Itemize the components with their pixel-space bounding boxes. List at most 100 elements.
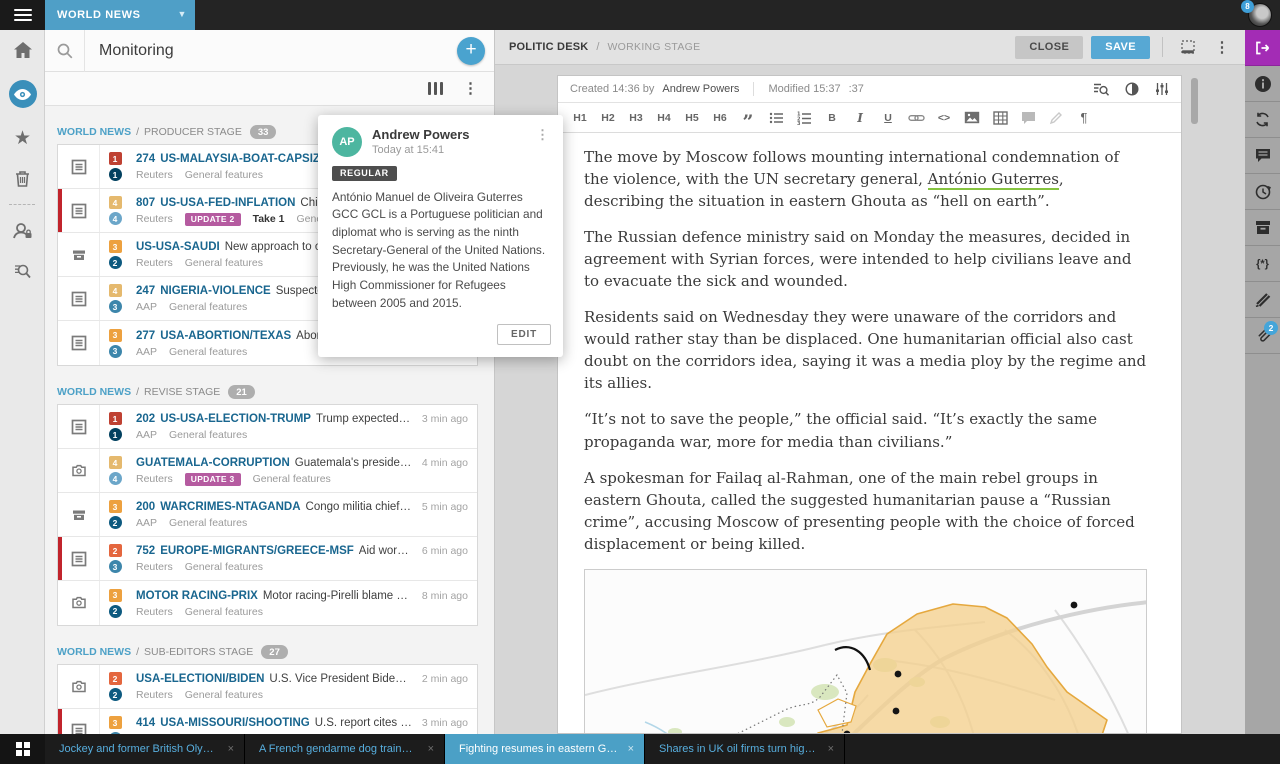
workspace-selector[interactable]: WORLD NEWS ▼ [45, 0, 195, 30]
format-h3-button[interactable]: H3 [625, 106, 648, 130]
stage-item-list: 1 1 202 US-USA-ELECTION-TRUMP Trump expe… [57, 404, 478, 626]
info-button[interactable] [1245, 66, 1280, 102]
monitoring-menu-icon[interactable]: ⋮ [463, 81, 478, 96]
monitoring-item[interactable]: 2 3 752 EUROPE-MIGRANTS/GREECE-MSF Aid w… [58, 537, 477, 581]
sidebar-item-home[interactable] [0, 30, 45, 70]
monitoring-item[interactable]: 4 4 GUATEMALA-CORRUPTION Guatemala's pre… [58, 449, 477, 493]
article-paragraph[interactable]: A spokesman for Failaq al-Rahman, one of… [584, 467, 1147, 555]
monitoring-item[interactable]: 1 1 202 US-USA-ELECTION-TRUMP Trump expe… [58, 405, 477, 449]
sidebar-item-starred[interactable]: ★ [0, 118, 45, 158]
format-h6-button[interactable]: H6 [709, 106, 732, 130]
article-paragraph[interactable]: Residents said on Wednesday they were un… [584, 306, 1147, 394]
settings-sliders-icon[interactable] [1155, 82, 1169, 96]
tab-close-icon[interactable]: × [628, 743, 634, 755]
authoring-menu-icon[interactable]: ⋮ [1209, 34, 1235, 60]
format-comment-button[interactable] [1017, 106, 1040, 130]
article-body-editor[interactable]: The move by Moscow follows mounting inte… [558, 133, 1181, 734]
popup-avatar: AP [332, 127, 362, 157]
annotated-text[interactable]: António Guterres [928, 170, 1059, 190]
format-code-button[interactable]: <> [933, 106, 956, 130]
monitoring-item[interactable]: 3 2 200 WARCRIMES-NTAGANDA Congo militia… [58, 493, 477, 537]
create-item-button[interactable]: + [457, 37, 485, 65]
item-take-label: Take 1 [253, 213, 285, 225]
open-article-tab[interactable]: A French gendarme dog trainer of PSIG × [245, 734, 445, 764]
find-replace-icon[interactable] [1093, 82, 1109, 96]
contrast-icon[interactable] [1125, 82, 1139, 96]
format-unordered-list-button[interactable] [765, 106, 788, 130]
sidebar-item-saved-searches[interactable] [0, 251, 45, 291]
format-blockquote-button[interactable]: ” [737, 106, 760, 130]
format-h4-button[interactable]: H4 [653, 106, 676, 130]
versions-button[interactable] [1245, 102, 1280, 138]
hamburger-menu-button[interactable] [0, 0, 45, 30]
urgency-badge: 1 [109, 168, 122, 181]
format-annotate-button[interactable] [1045, 106, 1068, 130]
embedded-map-image[interactable] [584, 569, 1147, 734]
stage-desk-link[interactable]: WORLD NEWS [57, 386, 131, 398]
attachments-button[interactable]: 2 [1245, 318, 1280, 354]
open-article-tab[interactable]: Jockey and former British Olympic.. × [45, 734, 245, 764]
paragraph-text: Residents said on Wednesday they were un… [584, 308, 1146, 392]
format-link-button[interactable] [905, 106, 928, 130]
stage-separator: / [136, 126, 139, 138]
macros-button[interactable]: {*} [1245, 246, 1280, 282]
popup-edit-button[interactable]: EDIT [497, 324, 551, 345]
package-button[interactable] [1245, 210, 1280, 246]
item-number: 200 [136, 501, 155, 513]
popup-user-name: Andrew Powers [372, 127, 524, 142]
text-item-icon [71, 291, 87, 307]
monitoring-item[interactable]: 2 2 USA-ELECTIONI/BIDEN U.S. Vice Presid… [58, 665, 477, 709]
format-h2-button[interactable]: H2 [597, 106, 620, 130]
sidebar-item-spike[interactable] [0, 158, 45, 198]
article-paragraph[interactable]: The move by Moscow follows mounting inte… [584, 146, 1147, 212]
format-table-button[interactable] [989, 106, 1012, 130]
macros-icon: {*} [1256, 258, 1269, 270]
open-article-tab[interactable]: Shares in UK oil firms turn higher × [645, 734, 845, 764]
format-underline-button[interactable]: U [877, 106, 900, 130]
tab-close-icon[interactable]: × [228, 743, 234, 755]
search-button[interactable] [45, 30, 85, 72]
item-slugline: EUROPE-MIGRANTS/GREECE-MSF [160, 545, 354, 557]
tab-label: A French gendarme dog trainer of PSIG [259, 743, 418, 755]
monitoring-item[interactable]: 3 2 MOTOR RACING-PRIX Motor racing-Pirel… [58, 581, 477, 625]
item-genre: General features [169, 301, 247, 313]
format-h1-button[interactable]: H1 [569, 106, 592, 130]
item-number: 202 [136, 413, 155, 425]
item-genre: General features [185, 169, 263, 181]
format-italic-button[interactable]: I [849, 106, 872, 130]
format-bold-button[interactable]: B [821, 106, 844, 130]
close-button[interactable]: CLOSE [1015, 36, 1083, 59]
article-paragraph[interactable]: “It’s not to save the people,” the offic… [584, 408, 1147, 452]
item-type-cell [58, 277, 100, 320]
item-type-cell [58, 189, 100, 232]
suggestions-button[interactable] [1245, 282, 1280, 318]
stage-desk-link[interactable]: WORLD NEWS [57, 646, 131, 658]
tab-close-icon[interactable]: × [428, 743, 434, 755]
workspace-grid-button[interactable] [0, 734, 45, 764]
editor-scrollbar[interactable] [1191, 78, 1198, 124]
article-paragraph[interactable]: The Russian defence ministry said on Mon… [584, 226, 1147, 292]
group-view-icon[interactable] [428, 82, 444, 95]
versions-cycle-icon [1254, 112, 1271, 127]
save-button[interactable]: SAVE [1091, 36, 1150, 59]
sidebar-item-monitoring[interactable] [0, 74, 45, 114]
history-button[interactable] [1245, 174, 1280, 210]
format-ordered-list-button[interactable]: 123 [793, 106, 816, 130]
text-item-icon [71, 723, 87, 735]
minimize-icon[interactable] [1175, 34, 1201, 60]
comments-button[interactable] [1245, 138, 1280, 174]
send-to-button[interactable] [1245, 30, 1280, 66]
stage-desk-link[interactable]: WORLD NEWS [57, 126, 131, 138]
popup-menu-icon[interactable]: ⋮ [534, 127, 551, 143]
format-h5-button[interactable]: H5 [681, 106, 704, 130]
paragraph-text: “It’s not to save the people,” the offic… [584, 410, 1097, 450]
user-menu[interactable]: 8 [1230, 0, 1280, 30]
sidebar-item-private-contacts[interactable] [0, 211, 45, 251]
item-number: 274 [136, 153, 155, 165]
open-article-tab[interactable]: Fighting resumes in eastern Ghouta... × [445, 734, 645, 764]
article-paper: Created 14:36 by Andrew Powers Modified … [557, 75, 1182, 734]
monitoring-item[interactable]: 3 3 414 USA-MISSOURI/SHOOTING U.S. repor… [58, 709, 477, 734]
tab-close-icon[interactable]: × [828, 743, 834, 755]
format-image-button[interactable] [961, 106, 984, 130]
format-paragraph-button[interactable]: ¶ [1073, 106, 1096, 130]
